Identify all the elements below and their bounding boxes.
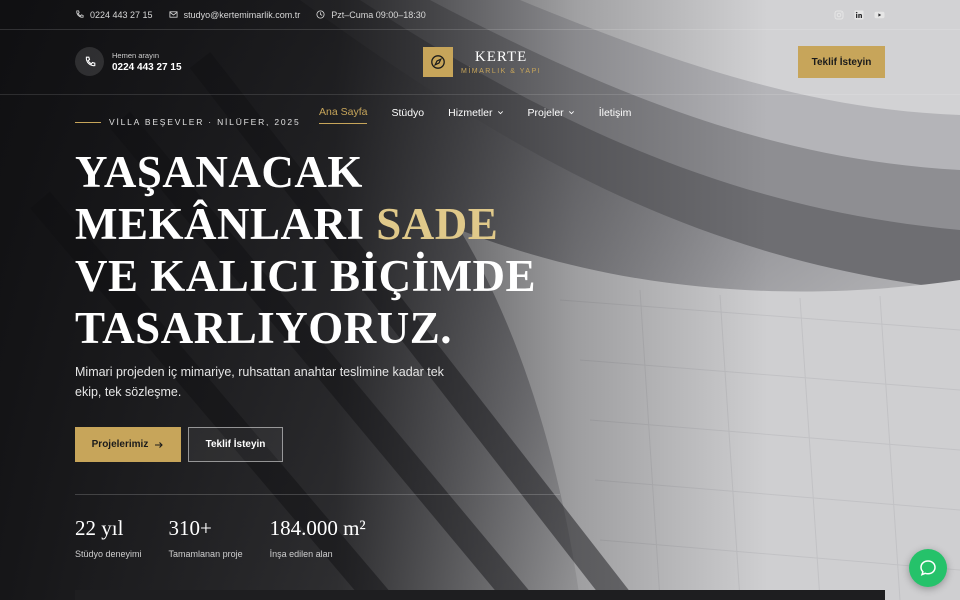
topbar-hours: Pzt–Cuma 09:00–18:30 (316, 10, 426, 20)
chat-button[interactable] (909, 549, 947, 587)
topbar-phone-text: 0224 443 27 15 (90, 9, 153, 20)
nav-item-projects[interactable]: Projeler (528, 106, 575, 124)
topbar-email[interactable]: studyo@kertemimarlik.com.tr (169, 9, 301, 20)
call-icon-circle (75, 47, 104, 76)
nav-item-label: İletişim (598, 106, 632, 119)
hero-headline: YAŞANACAK MEKÂNLARI SADE VE KALICI BİÇİM… (75, 146, 595, 354)
stat-label: Stüdyo deneyimi (75, 549, 142, 559)
quote-request-button[interactable]: Teklif İsteyin (798, 46, 885, 78)
headline-line-3: VE KALICI BİÇİMDE (75, 251, 537, 301)
call-box[interactable]: Hemen arayın 0224 443 27 15 (75, 47, 182, 76)
bottom-strip (75, 590, 885, 600)
stat-label: İnşa edilen alan (269, 549, 333, 559)
hero-divider (75, 494, 560, 495)
stat-value: 184.000 m² (269, 516, 366, 540)
instagram-icon[interactable] (834, 10, 844, 20)
projects-button[interactable]: Projelerimiz (75, 427, 181, 462)
chevron-down-icon (568, 111, 574, 115)
headline-line-1: YAŞANACAK (75, 147, 363, 197)
hero-lead: Mimari projeden iç mimariye, ruhsattan a… (75, 365, 444, 399)
eyebrow-line (75, 121, 101, 123)
nav-item-label: Projeler (527, 106, 564, 119)
social-links (834, 10, 885, 20)
top-utility-bar: 0224 443 27 15 studyo@kertemimarlik.com.… (0, 0, 960, 30)
site-logo[interactable]: KERTE MİMARLIK & YAPI (423, 47, 541, 77)
headline-highlight: SADE (376, 199, 499, 249)
topbar-phone[interactable]: 0224 443 27 15 (75, 10, 153, 20)
headline-line-4: TASARLIYORUZ. (75, 303, 452, 353)
nav-item-contact[interactable]: İletişim (599, 106, 632, 124)
eyebrow-text: VİLLA BEŞEVLER · NİLÜFER, 2025 (109, 117, 301, 127)
call-number: 0224 443 27 15 (112, 61, 182, 73)
stat-value: 310+ (168, 516, 212, 540)
headline-line-2a: MEKÂNLARI (75, 199, 365, 249)
hero-eyebrow: VİLLA BEŞEVLER · NİLÜFER, 2025 (75, 117, 300, 127)
quote-button[interactable]: Teklif İsteyin (188, 427, 283, 462)
main-nav: Ana Sayfa Stüdyo Hizmetler Projeler İlet… (319, 106, 631, 124)
nav-item-label: Stüdyo (391, 106, 425, 119)
clock-icon (316, 10, 325, 19)
projects-button-label: Projelerimiz (91, 439, 149, 450)
nav-item-label: Ana Sayfa (319, 106, 368, 118)
youtube-icon[interactable] (874, 10, 885, 20)
topbar-hours-text: Pzt–Cuma 09:00–18:30 (331, 9, 426, 20)
nav-item-services[interactable]: Hizmetler (448, 106, 503, 124)
logo-subtitle: MİMARLIK & YAPI (461, 68, 542, 75)
stat-label: Tamamlanan proje (168, 549, 243, 559)
stat-item: 22 yıl Stüdyo deneyimi (75, 516, 142, 559)
site-header: Hemen arayın 0224 443 27 15 KERTE MİMARL… (0, 30, 960, 95)
phone-icon (85, 56, 95, 66)
stat-item: 184.000 m² İnşa edilen alan (270, 516, 366, 559)
logo-name: KERTE (474, 49, 528, 65)
chevron-down-icon (497, 111, 503, 115)
compass-icon (423, 47, 453, 77)
nav-item-label: Hizmetler (448, 106, 493, 119)
chat-icon (920, 560, 936, 576)
stat-value: 22 yıl (75, 516, 124, 540)
topbar-email-text: studyo@kertemimarlik.com.tr (183, 9, 301, 20)
phone-icon (76, 10, 84, 18)
mail-icon (169, 11, 178, 18)
arrow-right-icon (155, 441, 164, 448)
nav-item-home[interactable]: Ana Sayfa (319, 106, 368, 124)
nav-item-studio[interactable]: Stüdyo (391, 106, 424, 124)
linkedin-icon[interactable] (854, 10, 864, 20)
stat-item: 310+ Tamamlanan proje (169, 516, 243, 559)
stats-row: 22 yıl Stüdyo deneyimi 310+ Tamamlanan p… (75, 516, 393, 559)
call-label: Hemen arayın (112, 50, 160, 60)
